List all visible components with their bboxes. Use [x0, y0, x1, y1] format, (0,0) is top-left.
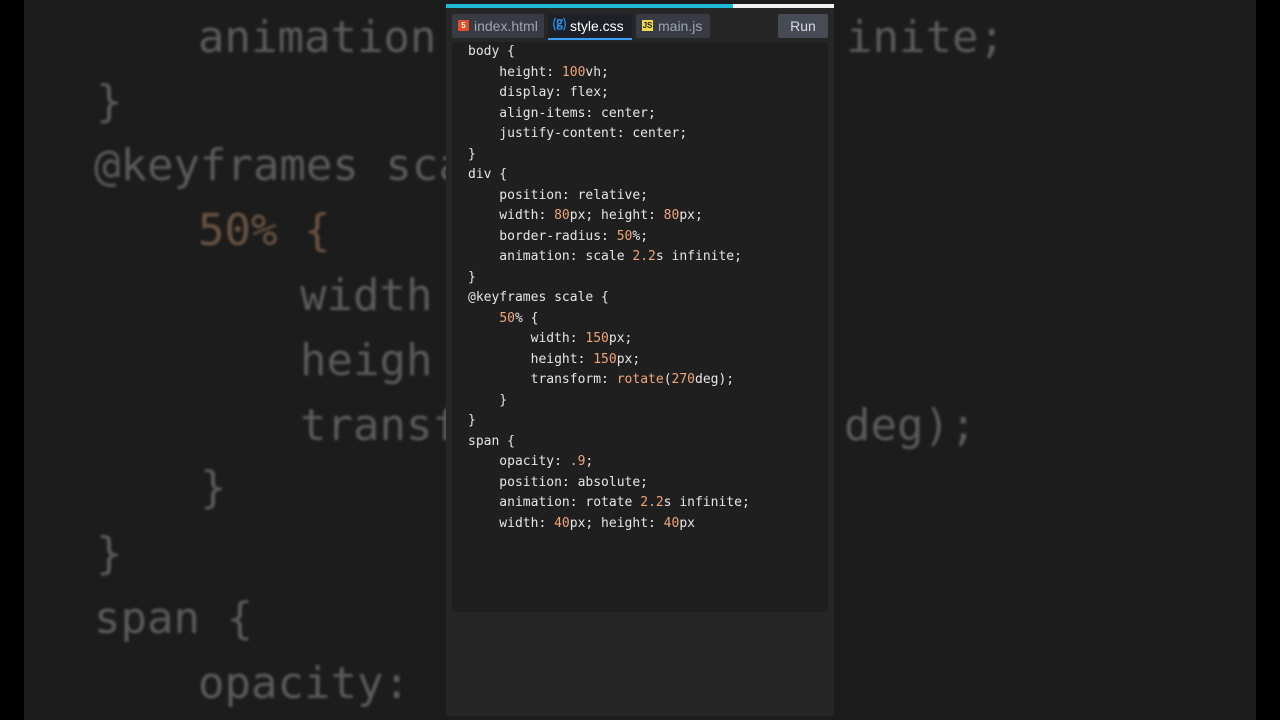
bg-code-line: width [300, 270, 433, 321]
code-line: width: 40px; height: 40px [468, 515, 695, 531]
video-progress-bar[interactable] [446, 4, 834, 8]
code-line: } [468, 269, 476, 285]
code-line: animation: scale 2.2s infinite; [468, 249, 742, 264]
code-line: @keyframes scale { [468, 290, 609, 305]
css3-icon: ⒢ [553, 17, 567, 32]
bg-code-line: heigh [300, 335, 433, 386]
code-line: justify-content: center; [468, 126, 688, 141]
tab-label: index.html [474, 18, 538, 34]
bg-code-line: inite; [846, 12, 1005, 63]
bg-code-line: span { [94, 593, 253, 644]
tab-label: main.js [658, 18, 703, 34]
bg-code-line: } [96, 528, 123, 579]
code-line: } [468, 413, 476, 428]
js-icon: JS [642, 20, 653, 31]
code-line: height: 100vh; [468, 64, 609, 80]
code-content: body { height: 100vh; display: flex; ali… [468, 42, 750, 534]
video-progress-fill [446, 4, 734, 8]
code-line: align-items: center; [468, 105, 656, 121]
tab-index-html[interactable]: 5 index.html [452, 14, 544, 38]
tab-label: style.css [570, 18, 624, 34]
code-line: div { [468, 167, 508, 182]
code-line: 50% { [499, 310, 539, 326]
code-line: position: absolute; [468, 474, 649, 490]
bg-code-text: 50% { [198, 205, 331, 256]
bg-code-line: } [96, 76, 123, 127]
bg-code-line: deg); [844, 400, 977, 451]
editor-tabs: 5 index.html ⒢ style.css JS main.js Run [452, 14, 828, 40]
html5-icon: 5 [458, 20, 469, 31]
code-line: } [468, 146, 476, 162]
code-line: } [468, 392, 508, 408]
code-line: height: 150px; [468, 351, 641, 367]
bg-code-line: } [200, 462, 227, 513]
code-editor-panel: 5 index.html ⒢ style.css JS main.js Run … [446, 4, 834, 716]
code-editor[interactable]: body { height: 100vh; display: flex; ali… [452, 42, 828, 612]
bg-code-line: animation [198, 12, 437, 63]
code-line: border-radius: 50%; [468, 228, 649, 244]
code-line: width: 80px; height: 80px; [468, 208, 703, 223]
code-line: span { [468, 433, 515, 449]
code-line: width: 150px; [468, 331, 633, 346]
run-button[interactable]: Run [778, 14, 828, 38]
code-line: position: relative; [468, 187, 649, 203]
code-line: transform: rotate(270deg); [468, 372, 735, 387]
code-line: body { [468, 44, 515, 59]
code-line: opacity: .9; [468, 454, 594, 469]
bg-code-line: transf [300, 400, 459, 451]
bg-code-line: opacity: [198, 658, 410, 709]
code-line: animation: rotate 2.2s infinite; [468, 495, 750, 510]
bg-code-line: @keyframes sca [94, 140, 465, 191]
code-line: display: flex; [468, 85, 609, 100]
tab-style-css[interactable]: ⒢ style.css [548, 14, 632, 40]
tab-main-js[interactable]: JS main.js [636, 14, 710, 38]
bg-code-line: 50% { [198, 205, 330, 256]
